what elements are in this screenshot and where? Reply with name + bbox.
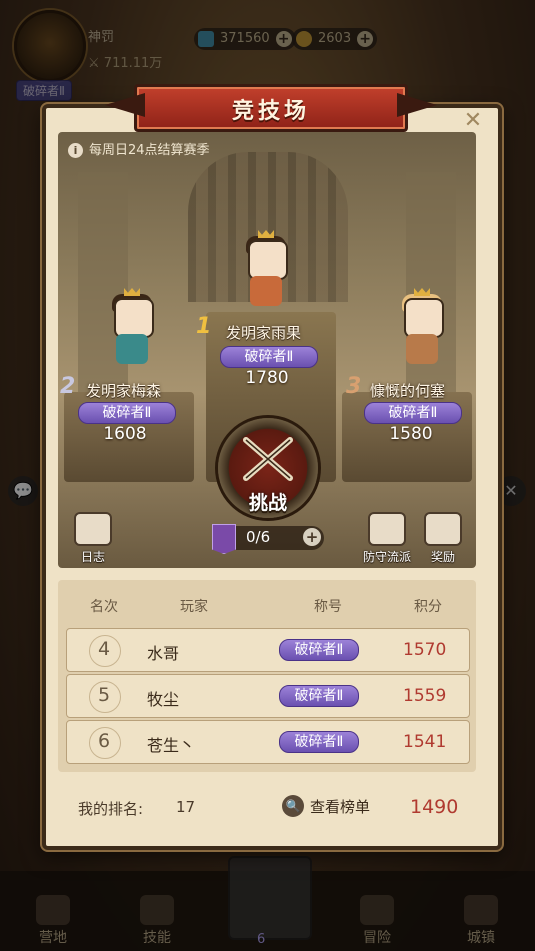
table-row[interactable]: 4 水哥 破碎者Ⅱ 1570 <box>66 628 470 672</box>
rewards-button[interactable]: 奖励 <box>420 512 466 565</box>
magnifier-icon: 🔍 <box>282 795 304 817</box>
podium-first-place: 1 <box>196 314 212 339</box>
row-rank: 5 <box>97 684 111 706</box>
my-score: 1490 <box>410 796 459 818</box>
podium-second-title: 破碎者Ⅱ <box>78 402 176 424</box>
podium-second-name: 发明家梅森 <box>86 382 162 400</box>
close-button[interactable]: ✕ <box>462 110 484 132</box>
podium-third-place: 3 <box>346 374 362 399</box>
title-banner: 竞技场 <box>134 84 408 132</box>
season-note-text: 每周日24点结算赛季 <box>89 143 210 158</box>
reward-label: 奖励 <box>430 550 455 564</box>
row-player: 牧尘 <box>147 690 180 709</box>
podium-second-place: 2 <box>60 374 76 399</box>
row-rank: 6 <box>97 730 111 752</box>
ticket-icon <box>212 524 236 554</box>
table-row[interactable]: 6 苍生丶 破碎者Ⅱ 1541 <box>66 720 470 764</box>
hero-third[interactable] <box>392 288 452 372</box>
dialog-title: 竞技场 <box>231 99 310 124</box>
add-tickets-button[interactable]: + <box>303 528 321 546</box>
row-score: 1570 <box>403 640 447 660</box>
ticket-count: 0/6 <box>246 528 271 546</box>
log-label: 日志 <box>80 550 105 564</box>
podium-second-score: 1608 <box>103 424 147 444</box>
view-leaderboard-label: 查看榜单 <box>310 798 371 816</box>
row-title: 破碎者Ⅱ <box>279 639 359 661</box>
crossed-swords-icon <box>243 437 293 481</box>
header-score: 积分 <box>414 599 442 615</box>
hero-first[interactable] <box>236 230 296 314</box>
row-score: 1559 <box>403 686 447 706</box>
podium-first-title: 破碎者Ⅱ <box>220 346 318 368</box>
my-rank-label: 我的排名: <box>78 800 144 818</box>
defense-style-button[interactable]: 防守流派 <box>354 512 420 565</box>
podium-third-title: 破碎者Ⅱ <box>364 402 462 424</box>
header-player: 玩家 <box>180 599 208 615</box>
season-note: i 每周日24点结算赛季 <box>68 139 210 158</box>
challenge-label: 挑战 <box>248 492 287 514</box>
row-title: 破碎者Ⅱ <box>279 731 359 753</box>
my-rank-value: 17 <box>176 798 196 816</box>
ranking-table-header: 名次 玩家 称号 积分 <box>66 594 470 620</box>
podium-first-name: 发明家雨果 <box>226 324 302 342</box>
row-player: 水哥 <box>147 644 180 663</box>
hero-second[interactable] <box>102 288 162 372</box>
log-icon <box>74 512 112 546</box>
header-rank: 名次 <box>90 599 118 615</box>
row-player: 苍生丶 <box>147 736 196 755</box>
view-leaderboard-button[interactable]: 🔍 查看榜单 <box>282 794 370 820</box>
header-title: 称号 <box>314 599 342 615</box>
row-rank: 4 <box>97 638 111 660</box>
defense-label: 防守流派 <box>362 550 411 564</box>
podium-third-name: 慷慨的何塞 <box>370 382 446 400</box>
shield-icon <box>368 512 406 546</box>
podium-first-score: 1780 <box>245 368 289 388</box>
table-row[interactable]: 5 牧尘 破碎者Ⅱ 1559 <box>66 674 470 718</box>
log-button[interactable]: 日志 <box>70 512 116 565</box>
info-icon: i <box>68 143 83 158</box>
row-title: 破碎者Ⅱ <box>279 685 359 707</box>
podium-third-score: 1580 <box>389 424 433 444</box>
chest-icon <box>424 512 462 546</box>
row-score: 1541 <box>403 732 447 752</box>
